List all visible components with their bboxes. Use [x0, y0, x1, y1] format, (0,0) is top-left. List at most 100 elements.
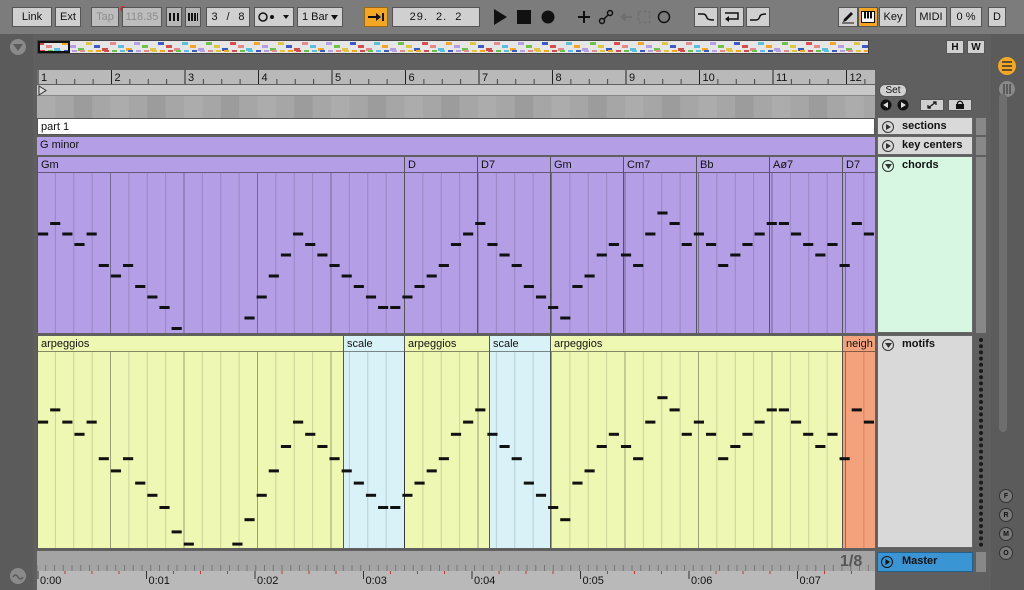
chord-clip-gm[interactable]: Gm [37, 157, 404, 333]
zoom-to-selection-button[interactable] [920, 99, 944, 111]
ruler-bar-number: 12 [850, 72, 862, 84]
overview-mark [398, 42, 404, 45]
set-locator-button[interactable]: Set [879, 84, 907, 97]
optimize-width-button[interactable]: W [967, 40, 985, 54]
motif-clip-scale[interactable]: scale [343, 336, 404, 548]
loop-punch-in-button[interactable] [694, 7, 718, 27]
meter-dot [979, 443, 983, 448]
stop-button[interactable] [514, 7, 534, 27]
fold-chevron-icon[interactable] [882, 339, 894, 351]
overview-mark [568, 50, 573, 52]
return-tracks-button[interactable]: R [999, 508, 1013, 522]
overview-mark [128, 50, 133, 52]
previous-locator-icon[interactable] [880, 99, 892, 111]
overview-mark [470, 42, 476, 45]
key-centers-track-header[interactable]: key centers [877, 136, 973, 155]
overview-mark [638, 42, 644, 45]
motifs-track-lane[interactable]: arpeggios scale arpeggios scale arpeggio… [37, 336, 875, 548]
draw-mode-button[interactable] [838, 7, 858, 27]
key-map-button[interactable]: Key [879, 7, 907, 27]
fold-button[interactable]: F [999, 489, 1013, 503]
nudge-up-icon[interactable] [185, 7, 201, 27]
overview-mark [416, 50, 421, 52]
bottom-scroll-bar[interactable] [36, 551, 875, 571]
chord-clip-d7[interactable]: D7 [477, 157, 550, 333]
loop-switch-button[interactable] [720, 7, 744, 27]
overview-mark [592, 50, 597, 52]
overview-mark [838, 45, 844, 48]
overview-mark [206, 42, 212, 45]
capture-button[interactable] [634, 7, 654, 27]
ruler-bar-number: 1 [41, 72, 47, 84]
follow-button[interactable] [364, 7, 388, 27]
next-locator-icon[interactable] [897, 99, 909, 111]
motif-clip-arpeggios-2[interactable]: arpeggios [404, 336, 489, 548]
overview-mark [168, 50, 173, 52]
play-button[interactable] [490, 7, 510, 27]
loop-brace-bar[interactable] [37, 85, 875, 96]
meter-dot [979, 344, 983, 349]
quantize-dropdown[interactable]: 1 Bar [297, 7, 343, 27]
overview-mark [720, 50, 725, 52]
chord-clip-gm-2[interactable]: Gm [550, 157, 623, 333]
ext-sync-button[interactable]: Ext [55, 7, 81, 27]
chord-clip-label: D [405, 157, 477, 173]
computer-midi-keyboard-button[interactable] [858, 7, 878, 27]
overview-mark [760, 50, 765, 52]
tap-tempo-button[interactable]: Tap [91, 7, 119, 27]
motif-clip-scale-2[interactable]: scale [489, 336, 550, 548]
overview-viewport[interactable] [38, 41, 70, 53]
motif-clip-label: scale [344, 336, 404, 352]
overview-mark [542, 42, 548, 45]
mixer-menu-icon[interactable] [997, 56, 1017, 76]
overview-mark [182, 42, 188, 45]
overdub-button[interactable] [574, 7, 594, 27]
io-toggle-button[interactable]: O [999, 546, 1013, 560]
grid-cell [147, 96, 166, 118]
metronome-dropdown[interactable] [254, 7, 294, 27]
tempo-field[interactable]: 118.35 [122, 7, 162, 27]
key-centers-track-lane[interactable]: G minor [37, 137, 875, 155]
link-button[interactable]: Link [12, 7, 52, 27]
loop-punch-out-button[interactable] [746, 7, 770, 27]
beat-time-ruler[interactable]: 1 2 3 4 5 6 7 8 9 10 11 12 [37, 70, 903, 84]
re-enable-automation-button[interactable] [616, 7, 636, 27]
time-signature[interactable]: 3 / 8 [206, 7, 250, 27]
sections-track-lane[interactable]: part 1 [37, 118, 875, 135]
record-button[interactable] [538, 7, 558, 27]
motif-clip-arpeggios[interactable]: arpeggios [37, 336, 343, 548]
chords-track-header[interactable]: chords [877, 156, 973, 333]
browser-toggle-icon[interactable] [8, 38, 28, 56]
play-track-icon[interactable] [882, 140, 894, 152]
chord-clip-d7-2[interactable]: D7 [842, 157, 875, 333]
overview-mark [232, 50, 237, 52]
overview-mark [704, 50, 709, 52]
nudge-down-icon[interactable] [166, 7, 182, 27]
chord-clip-bb[interactable]: Bb [696, 157, 769, 333]
help-view-icon[interactable] [8, 567, 28, 585]
vertical-scrollbar[interactable] [999, 94, 1007, 432]
fold-chevron-icon[interactable] [882, 160, 894, 172]
mixer-toggle-button[interactable]: M [999, 527, 1013, 541]
motif-clip-arpeggios-3[interactable]: arpeggios [550, 336, 842, 548]
lock-envelopes-button[interactable] [948, 99, 972, 111]
master-track-header[interactable]: Master [877, 552, 973, 572]
motifs-track-header[interactable]: motifs [877, 335, 973, 548]
song-position-field[interactable]: 29. 2. 2 [392, 7, 480, 27]
chord-clip-cm7[interactable]: Cm7 [623, 157, 696, 333]
motif-clip-label: arpeggios [551, 336, 842, 352]
session-record-button[interactable] [654, 7, 674, 27]
chord-clip-a-half-dim7[interactable]: Aø7 [769, 157, 842, 333]
play-track-icon[interactable] [882, 121, 894, 133]
meter-dot [979, 375, 983, 380]
automation-arm-button[interactable] [596, 7, 616, 27]
sections-track-header[interactable]: sections [877, 117, 973, 135]
play-track-icon[interactable] [881, 556, 893, 568]
midi-map-button[interactable]: MIDI [915, 7, 947, 27]
chords-track-lane[interactable]: Gm D D7 Gm Cm7 Bb Aø7 D7 [37, 157, 875, 333]
chord-clip-d[interactable]: D [404, 157, 477, 333]
time-ruler[interactable]: 0:00 0:01 0:02 0:03 0:04 0:05 0:06 0:07 [37, 571, 879, 590]
motif-clip-neighbor[interactable]: neigh [842, 336, 875, 548]
optimize-height-button[interactable]: H [946, 40, 964, 54]
arrangement-overview[interactable] [37, 40, 869, 54]
